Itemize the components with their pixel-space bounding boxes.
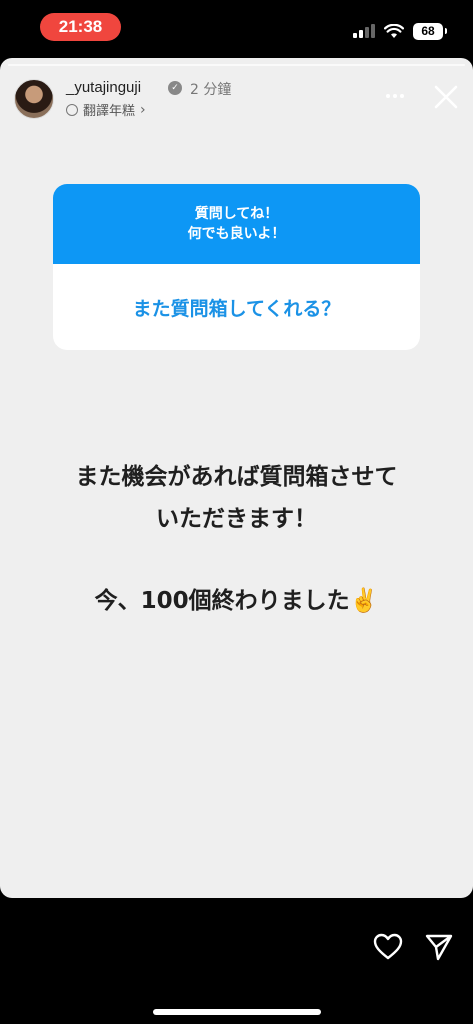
signal-icon (353, 24, 375, 38)
status-icons: 68 (353, 20, 447, 42)
status-time: 21:38 (40, 13, 121, 41)
story-text: また機会があれば質問箱させて いただきます！ 今、100個終わりました✌️ (0, 456, 473, 622)
story-header: _yutajinguji ✓ 2 分鐘 翻譯年糕 › (14, 78, 461, 120)
close-icon[interactable] (431, 82, 461, 112)
translate-label: 翻譯年糕 (83, 104, 136, 119)
verified-badge-icon: ✓ (168, 81, 182, 95)
story-card[interactable]: _yutajinguji ✓ 2 分鐘 翻譯年糕 › 質問してね！ 何でも良いよ… (0, 58, 473, 898)
chevron-right-icon: › (140, 101, 146, 118)
question-prompt-line2: 何でも良いよ！ (187, 226, 286, 242)
story-text-line1: また機会があれば質問箱させて (75, 464, 398, 490)
question-answer: また質問箱してくれる？ (132, 297, 341, 320)
screen: 21:38 68 _yutajinguji ✓ 2 分鐘 翻譯年糕 › 質問して… (0, 0, 473, 1024)
avatar[interactable] (14, 79, 54, 119)
story-text-line3: 今、100個終わりました✌️ (94, 588, 379, 614)
share-icon[interactable] (424, 932, 454, 962)
username[interactable]: _yutajinguji (66, 79, 141, 96)
translate-icon (66, 103, 78, 116)
question-prompt: 質問してね！ 何でも良いよ！ (53, 184, 420, 264)
battery-icon: 68 (413, 22, 447, 40)
more-icon[interactable] (381, 84, 409, 108)
story-text-line2: いただきます！ (156, 506, 317, 532)
heart-icon[interactable] (373, 933, 403, 961)
question-sticker[interactable]: 質問してね！ 何でも良いよ！ また質問箱してくれる？ (53, 184, 420, 350)
translate-link[interactable]: 翻譯年糕 › (66, 100, 146, 119)
home-indicator[interactable] (153, 1009, 321, 1015)
story-progress-bar (8, 64, 465, 66)
question-prompt-line1: 質問してね！ (194, 206, 279, 222)
wifi-icon (384, 23, 404, 38)
time-ago: 2 分鐘 (190, 82, 232, 98)
